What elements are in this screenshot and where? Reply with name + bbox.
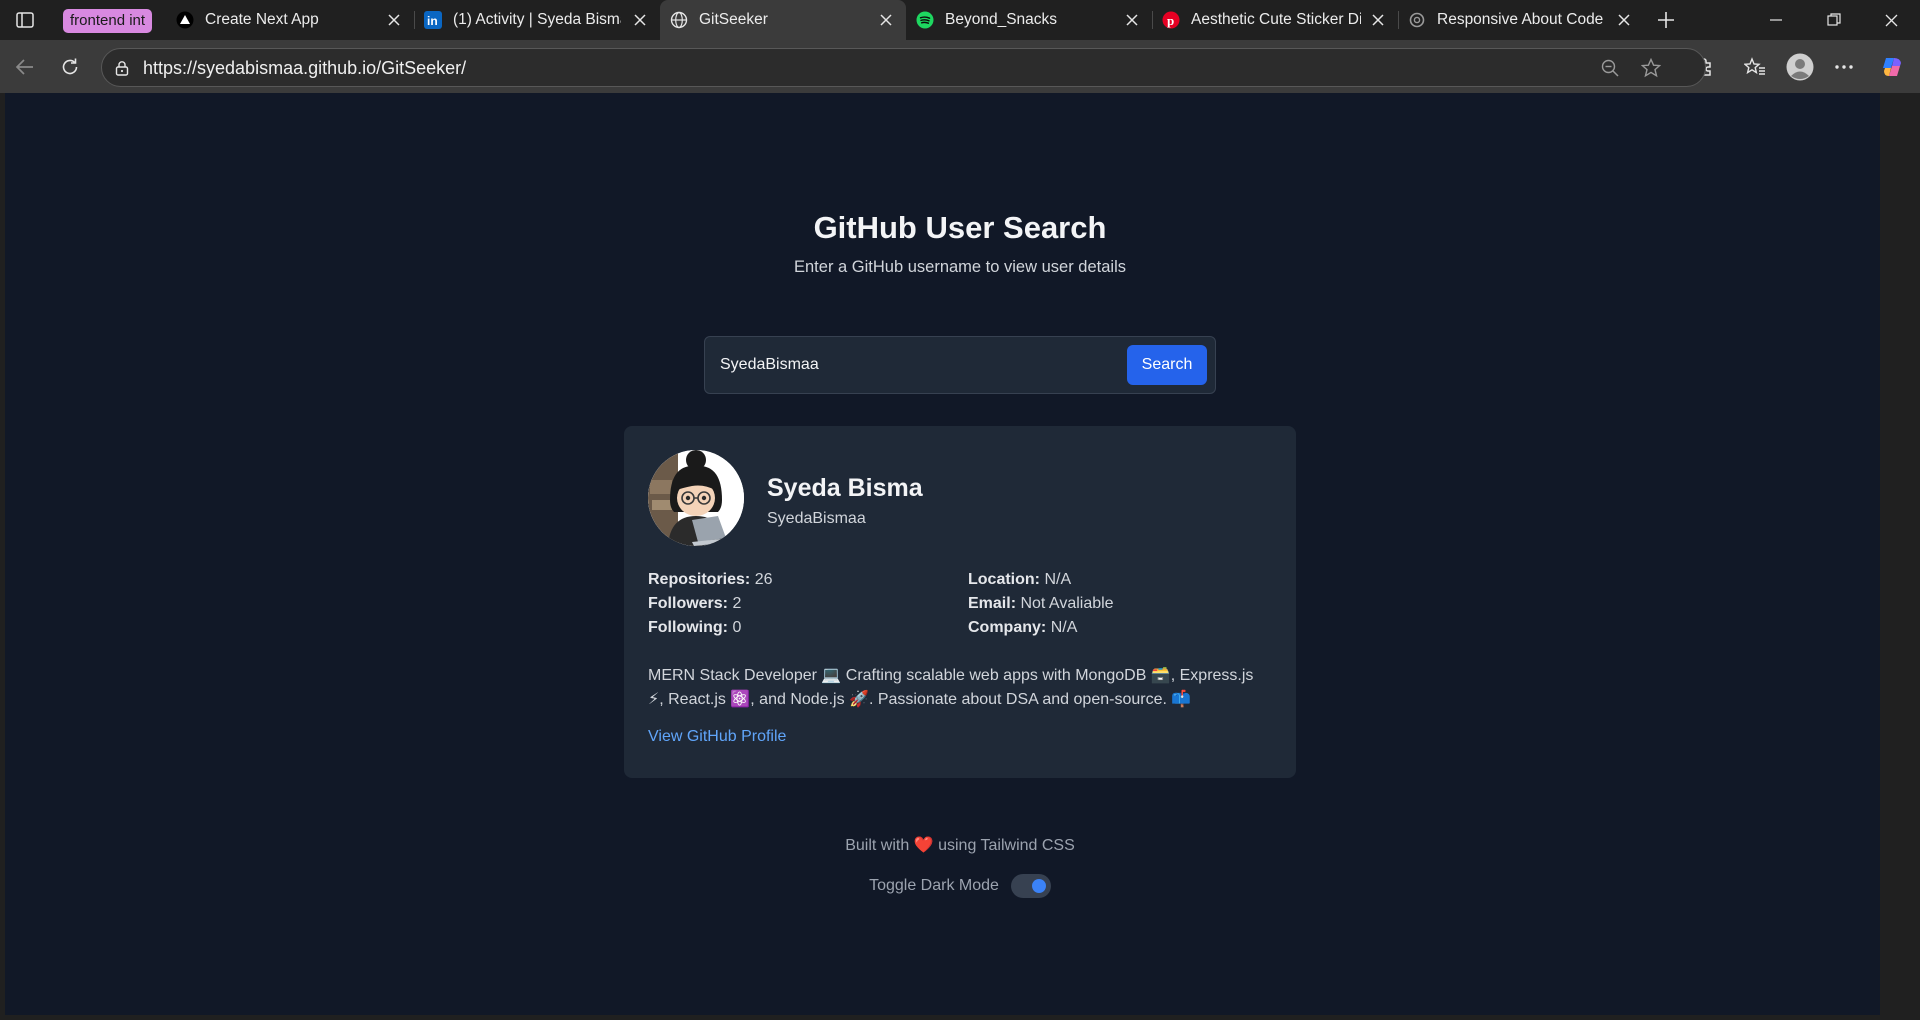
- dark-mode-row: Toggle Dark Mode: [5, 874, 1915, 898]
- tab-title: (1) Activity | Syeda Bisma: [453, 11, 621, 28]
- url-text[interactable]: https://syedabismaa.github.io/GitSeeker/: [143, 57, 466, 79]
- tab-title: Create Next App: [205, 11, 319, 28]
- tab-title: Beyond_Snacks: [945, 11, 1058, 28]
- tab-beyond-snacks[interactable]: Beyond_Snacks: [906, 0, 1152, 40]
- triangle-icon: [176, 11, 194, 29]
- close-icon[interactable]: [1122, 10, 1142, 30]
- heart-icon: ❤️: [913, 837, 934, 854]
- stat-value: 2: [732, 595, 742, 612]
- search-button[interactable]: Search: [1127, 345, 1207, 385]
- view-github-profile-link[interactable]: View GitHub Profile: [648, 728, 786, 746]
- tab-title: GitSeeker: [699, 11, 768, 28]
- stat-label: Company:: [968, 619, 1047, 636]
- restore-icon[interactable]: [1805, 0, 1862, 40]
- dark-mode-label: Toggle Dark Mode: [869, 877, 999, 894]
- sidebar-toggle-icon[interactable]: [12, 8, 38, 32]
- favorites-icon[interactable]: [1740, 52, 1770, 82]
- stat-label: Following:: [648, 619, 728, 636]
- svg-text:in: in: [427, 14, 438, 28]
- user-avatar: [648, 450, 744, 546]
- user-profile-card: Syeda Bisma SyedaBismaa Repositories: 26…: [624, 426, 1296, 778]
- stat-followers: Followers: 2: [648, 595, 968, 613]
- tab-responsive-about[interactable]: Responsive About Code: [1398, 0, 1644, 40]
- dark-mode-toggle[interactable]: [1010, 874, 1051, 898]
- stat-following: Following: 0: [648, 619, 968, 637]
- close-icon[interactable]: [876, 10, 896, 30]
- close-icon[interactable]: [384, 10, 404, 30]
- stat-value: N/A: [1044, 571, 1072, 588]
- username-search-input[interactable]: [720, 351, 1110, 379]
- close-icon[interactable]: [630, 10, 650, 30]
- stat-label: Location:: [968, 571, 1040, 588]
- openai-icon: [1408, 11, 1426, 29]
- footer-text-prefix: Built with: [845, 837, 910, 854]
- tab-title: Aesthetic Cute Sticker Dig: [1191, 11, 1361, 28]
- linkedin-icon: in: [424, 11, 442, 29]
- new-tab-plus-icon[interactable]: [1652, 8, 1680, 32]
- stat-value: 0: [732, 619, 742, 636]
- stat-company: Company: N/A: [968, 619, 1272, 637]
- tab-group-label[interactable]: frontend int: [63, 9, 153, 33]
- tab-aesthetic-sticker[interactable]: p Aesthetic Cute Sticker Dig: [1152, 0, 1398, 40]
- user-stats: Repositories: 26 Location: N/A Followers…: [648, 571, 1272, 637]
- back-arrow-icon[interactable]: [10, 52, 40, 82]
- minimize-icon[interactable]: [1747, 0, 1804, 40]
- side-panel-gutter: [1880, 93, 1920, 1020]
- page-viewport: GitHub User Search Enter a GitHub userna…: [5, 93, 1880, 1015]
- stat-label: Repositories:: [648, 571, 751, 588]
- search-bar: Search: [704, 336, 1216, 394]
- user-login: SyedaBismaa: [767, 510, 866, 527]
- tab-title: Responsive About Code: [1437, 11, 1604, 28]
- stat-location: Location: N/A: [968, 571, 1272, 589]
- stat-label: Email:: [968, 595, 1017, 612]
- browser-tab-strip: frontend int Create Next App in (1) Acti…: [0, 0, 1920, 40]
- close-window-icon[interactable]: [1863, 0, 1920, 40]
- footer-text-suffix: using Tailwind CSS: [938, 837, 1075, 854]
- stat-value: N/A: [1050, 619, 1078, 636]
- footer-credit: Built with ❤️ using Tailwind CSS: [5, 835, 1915, 855]
- profile-avatar-icon[interactable]: [1785, 52, 1815, 82]
- spotify-icon: [916, 11, 934, 29]
- page-subtitle: Enter a GitHub username to view user det…: [794, 258, 1126, 276]
- pinterest-icon: p: [1162, 11, 1180, 29]
- tab-create-next-app[interactable]: Create Next App: [166, 0, 414, 40]
- toggle-knob: [1031, 879, 1046, 893]
- more-options-icon[interactable]: [1829, 52, 1859, 82]
- stat-repositories: Repositories: 26: [648, 571, 968, 589]
- add-favorite-star-icon[interactable]: [1639, 56, 1663, 80]
- stat-value: Not Avaliable: [1020, 595, 1114, 612]
- user-name: Syeda Bisma: [767, 474, 923, 502]
- refresh-icon[interactable]: [55, 52, 85, 82]
- site-info-lock-icon[interactable]: [112, 58, 132, 78]
- stat-email: Email: Not Avaliable: [968, 595, 1272, 613]
- close-icon[interactable]: [1614, 10, 1634, 30]
- page-title: GitHub User Search: [813, 210, 1107, 245]
- zoom-out-icon[interactable]: [1598, 56, 1622, 80]
- stat-label: Followers:: [648, 595, 729, 612]
- close-icon[interactable]: [1368, 10, 1388, 30]
- user-bio: MERN Stack Developer 💻 Crafting scalable…: [648, 667, 1254, 708]
- copilot-icon[interactable]: [1878, 52, 1908, 82]
- stat-value: 26: [754, 571, 773, 588]
- globe-icon: [670, 11, 688, 29]
- address-bar[interactable]: https://syedabismaa.github.io/GitSeeker/: [101, 48, 1706, 87]
- svg-text:p: p: [1167, 13, 1174, 28]
- tab-linkedin-activity[interactable]: in (1) Activity | Syeda Bisma: [414, 0, 660, 40]
- tab-gitseeker[interactable]: GitSeeker: [660, 0, 906, 40]
